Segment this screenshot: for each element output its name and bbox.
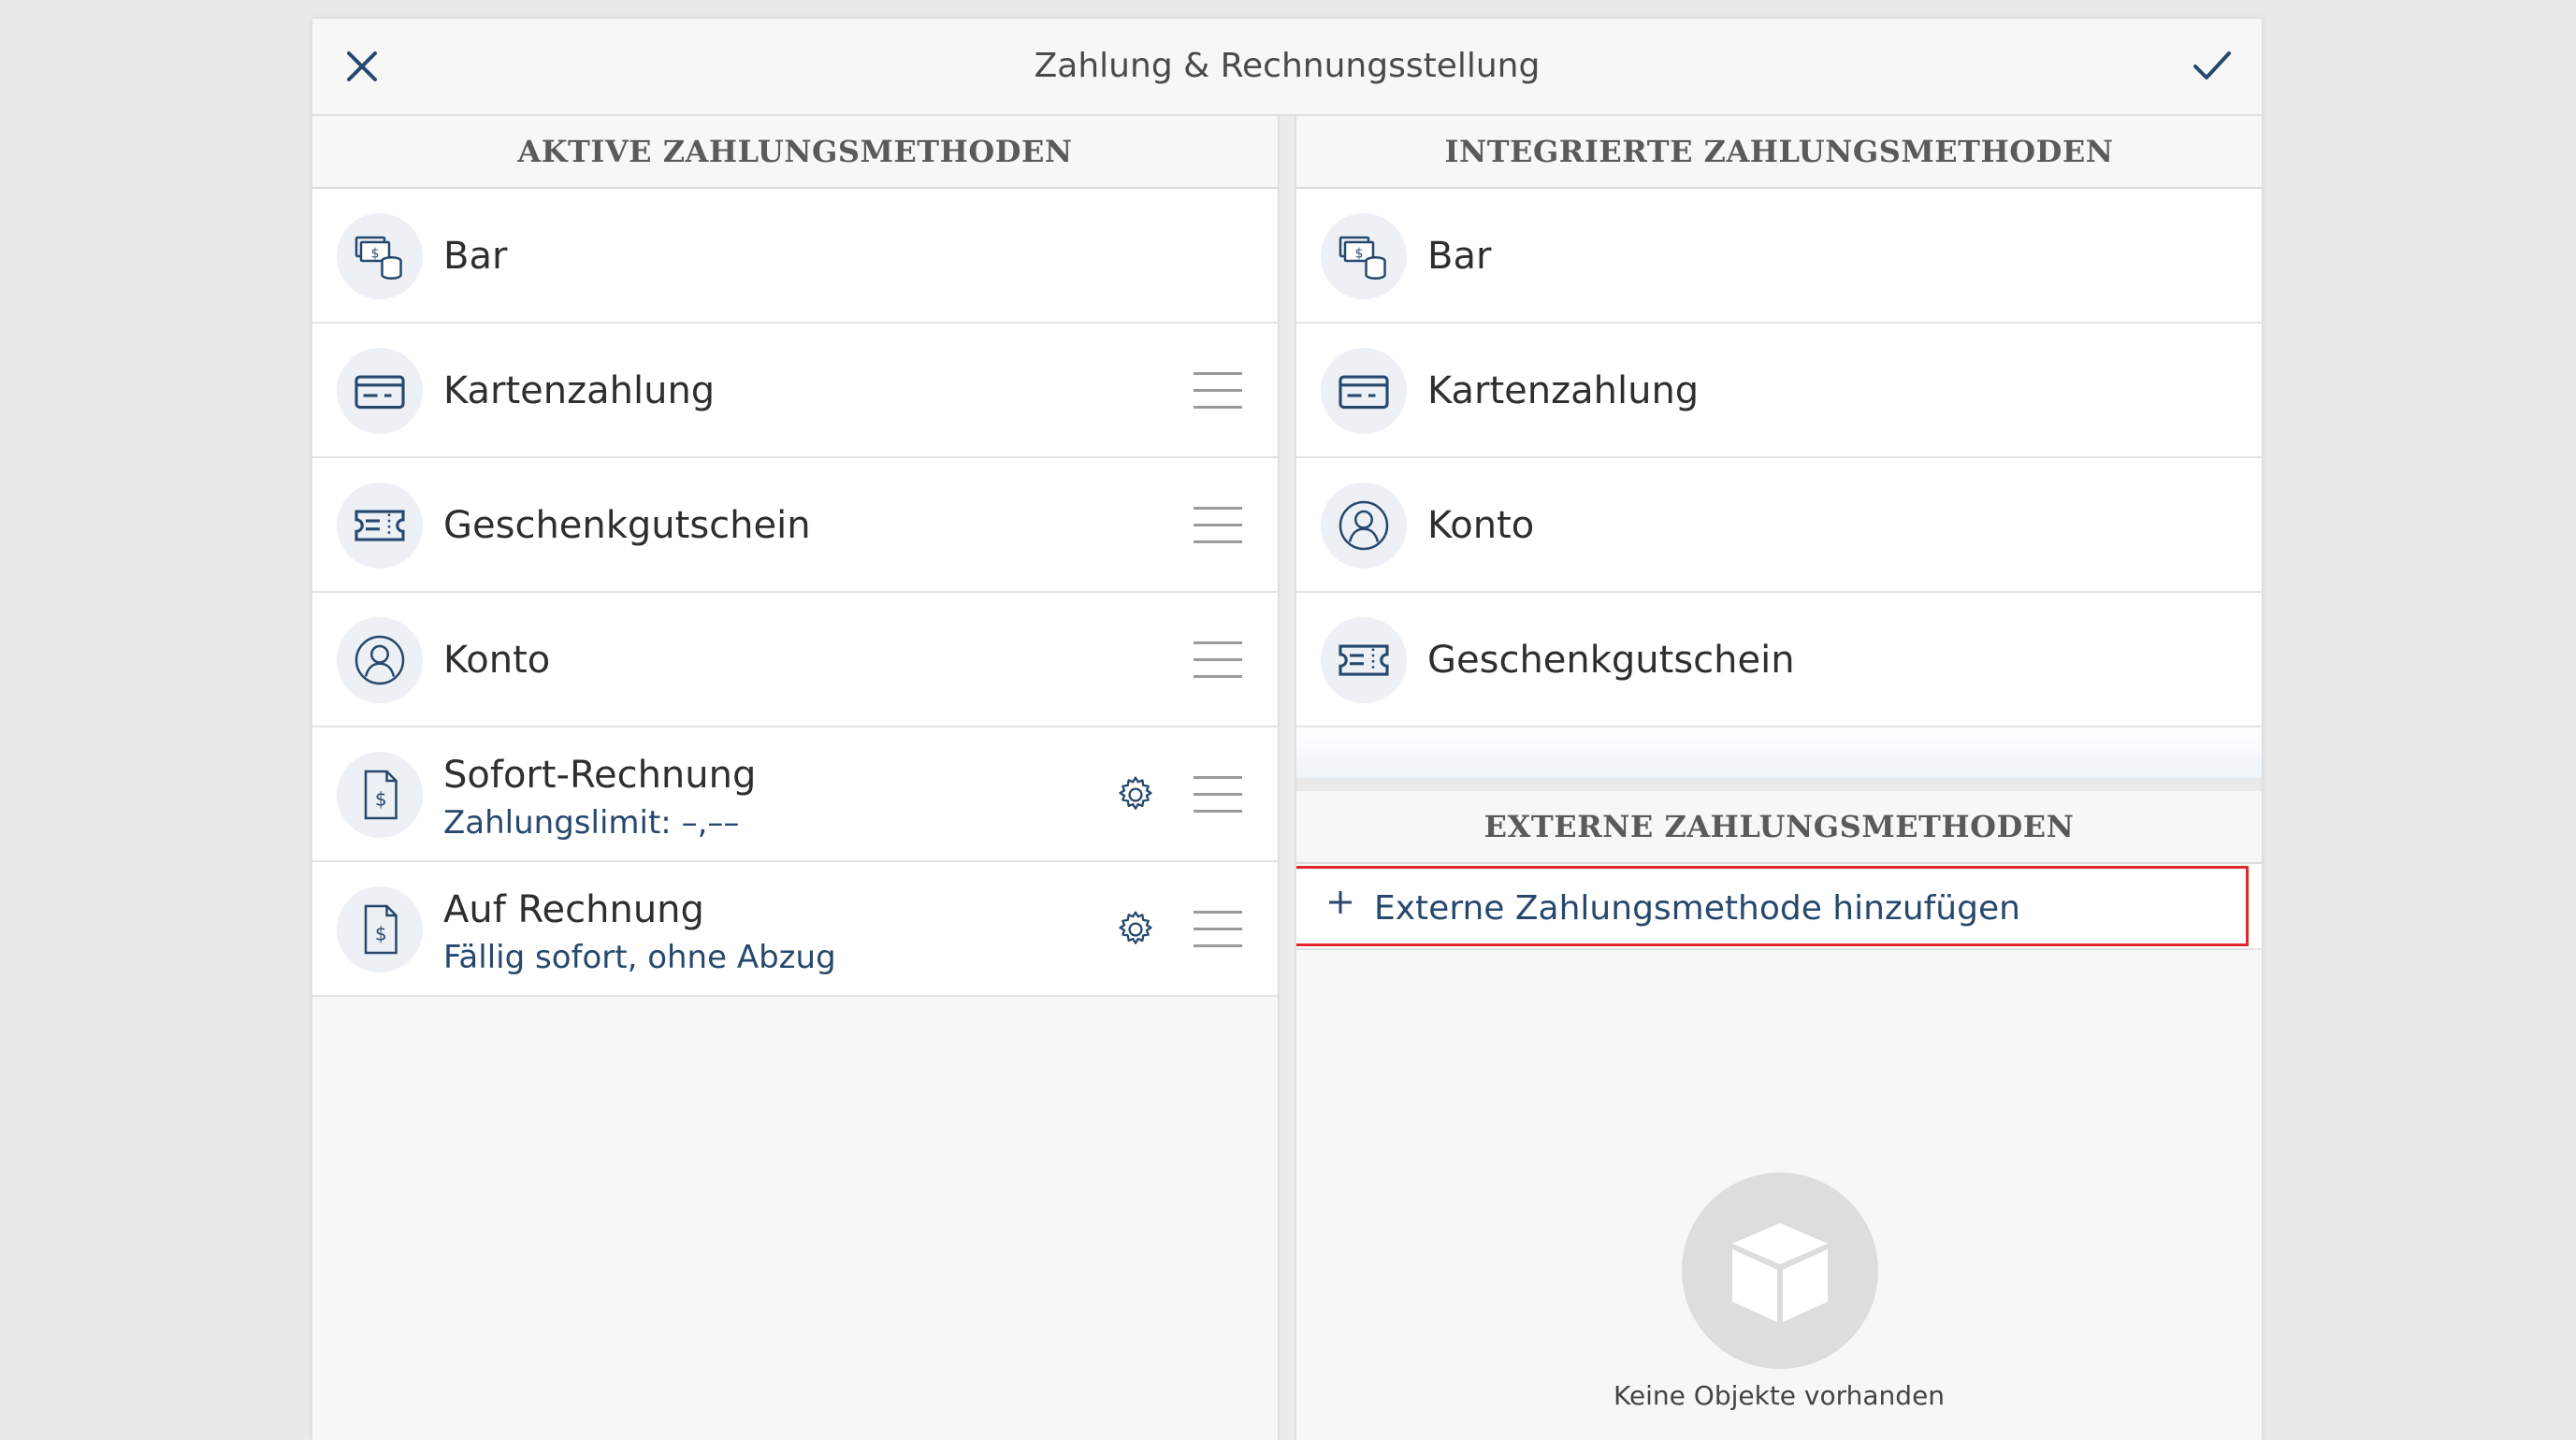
cash-icon [1321, 213, 1407, 299]
add-external-method-button[interactable]: Externe Zahlungsmethode hinzufügen [1296, 866, 2249, 946]
right-panel: INTEGRIERTE ZAHLUNGSMETHODEN Bar Kartenz… [1296, 116, 2262, 1440]
active-item-label: Kartenzahlung [443, 369, 716, 412]
invoice-icon [337, 752, 423, 838]
gear-icon[interactable] [1115, 774, 1156, 815]
page-title: Zahlung & Rechnungsstellung [1034, 47, 1541, 85]
integrated-item-bar[interactable]: Bar [1296, 189, 2262, 324]
credit-card-icon [337, 348, 423, 434]
invoice-icon [337, 886, 423, 972]
active-item-label: Sofort-Rechnung [443, 754, 757, 797]
box-icon [1682, 1173, 1878, 1369]
drag-handle-icon[interactable] [1194, 911, 1242, 948]
integrated-item-label: Konto [1427, 504, 1535, 547]
scroll-fade [1296, 727, 2262, 791]
cash-icon [337, 213, 423, 299]
checkmark-icon [2193, 51, 2231, 79]
gear-icon[interactable] [1115, 909, 1156, 950]
drag-handle-icon[interactable] [1194, 507, 1242, 544]
empty-state-text: Keine Objekte vorhanden [1613, 1380, 1946, 1411]
drag-handle-icon[interactable] [1194, 641, 1242, 679]
active-item-bar[interactable]: Bar [312, 189, 1278, 324]
integrated-item-label: Geschenkgutschein [1427, 639, 1795, 682]
integrated-item-label: Bar [1427, 235, 1492, 278]
plus-icon [1329, 891, 1352, 914]
credit-card-icon [1321, 348, 1407, 434]
active-item-sofort-rechnung[interactable]: Sofort-Rechnung Zahlungslimit: –,–– [312, 727, 1278, 862]
active-item-kartenzahlung[interactable]: Kartenzahlung [312, 324, 1278, 458]
active-item-geschenkgutschein[interactable]: Geschenkgutschein [312, 458, 1278, 593]
active-methods-panel: AKTIVE ZAHLUNGSMETHODEN Bar Kartenzahlun… [312, 116, 1278, 1440]
integrated-item-label: Kartenzahlung [1427, 369, 1700, 412]
active-item-konto[interactable]: Konto [312, 593, 1278, 727]
active-item-auf-rechnung[interactable]: Auf Rechnung Fällig sofort, ohne Abzug [312, 862, 1278, 997]
add-external-method-row: Externe Zahlungsmethode hinzufügen [1296, 864, 2262, 950]
panel-divider [1278, 116, 1296, 1440]
add-external-method-label: Externe Zahlungsmethode hinzufügen [1374, 889, 2020, 928]
gift-voucher-icon [1321, 617, 1407, 703]
active-item-sublabel: Zahlungslimit: –,–– [443, 804, 740, 842]
integrated-item-geschenkgutschein[interactable]: Geschenkgutschein [1296, 593, 2262, 727]
active-item-label: Bar [443, 235, 508, 278]
gift-voucher-icon [337, 482, 423, 569]
user-account-icon [1321, 482, 1407, 569]
active-methods-heading: AKTIVE ZAHLUNGSMETHODEN [312, 116, 1278, 189]
confirm-button[interactable] [2181, 36, 2243, 97]
integrated-item-kartenzahlung[interactable]: Kartenzahlung [1296, 324, 2262, 458]
active-item-sublabel: Fällig sofort, ohne Abzug [443, 939, 836, 976]
integrated-methods-heading: INTEGRIERTE ZAHLUNGSMETHODEN [1296, 116, 2262, 189]
active-item-label: Geschenkgutschein [443, 504, 811, 547]
external-methods-heading: EXTERNE ZAHLUNGSMETHODEN [1296, 791, 2262, 864]
integrated-item-konto[interactable]: Konto [1296, 458, 2262, 593]
drag-handle-icon[interactable] [1194, 372, 1242, 410]
drag-handle-icon[interactable] [1194, 776, 1242, 814]
payment-settings-modal: Zahlung & Rechnungsstellung AKTIVE ZAHLU… [312, 19, 2262, 1440]
active-item-label: Konto [443, 639, 551, 682]
top-bar: Zahlung & Rechnungsstellung [312, 19, 2262, 116]
user-account-icon [337, 617, 423, 703]
active-item-label: Auf Rechnung [443, 888, 704, 931]
